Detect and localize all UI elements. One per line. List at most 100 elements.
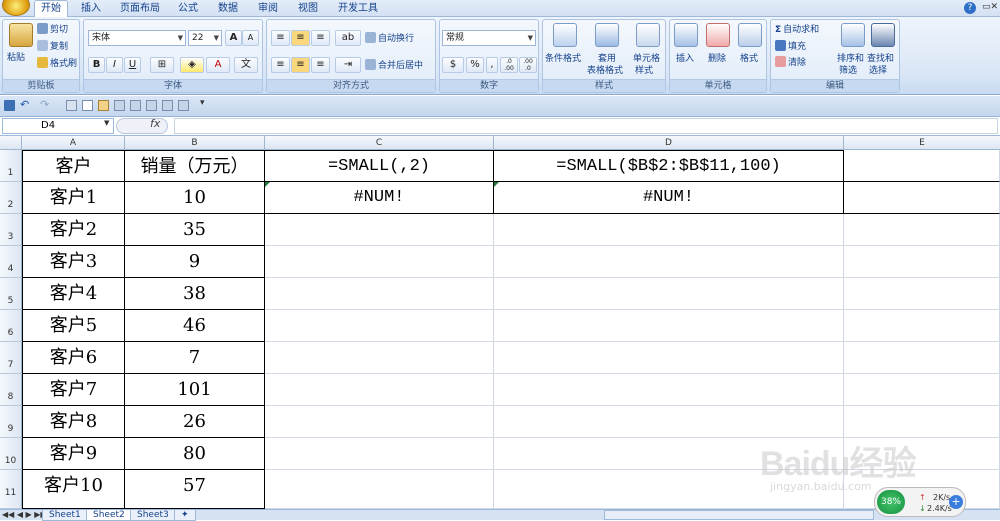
number-format-select[interactable]: 常规 ▼ bbox=[442, 30, 536, 46]
cell[interactable] bbox=[844, 406, 1000, 438]
shrink-font-button[interactable]: A bbox=[242, 30, 259, 46]
row-header[interactable]: 1 bbox=[0, 150, 22, 182]
new-file-icon[interactable] bbox=[82, 100, 93, 111]
orientation-button[interactable]: ab bbox=[335, 30, 361, 46]
sales-cell[interactable]: 7 bbox=[125, 342, 265, 374]
tab-review[interactable]: 审阅 bbox=[252, 1, 284, 17]
sales-cell[interactable]: 101 bbox=[125, 374, 265, 406]
cell[interactable] bbox=[265, 406, 494, 438]
row-header[interactable]: 6 bbox=[0, 310, 22, 342]
filter-icon[interactable] bbox=[178, 100, 189, 111]
row-header[interactable]: 2 bbox=[0, 182, 22, 214]
format-as-table-label1[interactable]: 套用 bbox=[598, 53, 616, 65]
indent-button[interactable]: ⇥ bbox=[335, 57, 361, 73]
sheet-tab-1[interactable]: Sheet1 bbox=[42, 510, 88, 521]
customer-cell[interactable]: 客户6 bbox=[22, 342, 125, 374]
redo-icon[interactable]: ↷ bbox=[40, 98, 49, 111]
cell[interactable] bbox=[844, 278, 1000, 310]
window-controls-icon[interactable]: ▭✕ bbox=[982, 2, 998, 14]
sales-cell[interactable]: 38 bbox=[125, 278, 265, 310]
cell[interactable] bbox=[844, 374, 1000, 406]
align-right-button[interactable]: ≡ bbox=[311, 57, 330, 73]
copy-button[interactable]: 复制 bbox=[37, 40, 68, 53]
insert-cells-button[interactable]: 插入 bbox=[676, 53, 694, 65]
align-top-button[interactable]: ≡ bbox=[271, 30, 290, 46]
formula-text-d1[interactable]: =SMALL($B$2:$B$11,100) bbox=[494, 150, 844, 182]
sort-filter-label1[interactable]: 排序和 bbox=[837, 53, 864, 65]
sheet-nav-icon[interactable]: ◀◀ ◀ ▶ ▶▶ bbox=[2, 510, 47, 519]
tab-page-layout[interactable]: 页面布局 bbox=[114, 1, 166, 17]
row-header[interactable]: 11 bbox=[0, 470, 22, 509]
sales-cell[interactable]: 10 bbox=[125, 182, 265, 214]
cell[interactable] bbox=[494, 310, 844, 342]
table-icon[interactable] bbox=[130, 100, 141, 111]
cell[interactable] bbox=[494, 246, 844, 278]
tab-developer[interactable]: 开发工具 bbox=[332, 1, 384, 17]
paste-button[interactable]: 粘贴 bbox=[7, 52, 25, 64]
sheet-tab-3[interactable]: Sheet3 bbox=[130, 510, 176, 521]
undo-icon[interactable]: ↶ bbox=[20, 98, 29, 111]
column-header-b[interactable]: B bbox=[125, 136, 265, 150]
row-header[interactable]: 10 bbox=[0, 438, 22, 470]
customer-cell[interactable]: 客户5 bbox=[22, 310, 125, 342]
cell[interactable] bbox=[494, 406, 844, 438]
row-header[interactable]: 3 bbox=[0, 214, 22, 246]
customer-cell[interactable]: 客户9 bbox=[22, 438, 125, 470]
row-header[interactable]: 7 bbox=[0, 342, 22, 374]
error-cell-c2[interactable]: #NUM! bbox=[265, 182, 494, 214]
underline-button[interactable]: U bbox=[124, 57, 141, 73]
percent-button[interactable]: % bbox=[466, 57, 484, 73]
bold-button[interactable]: B bbox=[88, 57, 105, 73]
formula-input[interactable] bbox=[174, 118, 998, 134]
font-size-select[interactable]: 22 ▼ bbox=[188, 30, 222, 46]
column-header-d[interactable]: D bbox=[494, 136, 844, 150]
cell[interactable] bbox=[844, 342, 1000, 374]
column-header-e[interactable]: E bbox=[844, 136, 1000, 150]
plus-icon[interactable]: + bbox=[949, 495, 963, 509]
customer-cell[interactable]: 客户3 bbox=[22, 246, 125, 278]
memory-percent-badge[interactable]: 38% bbox=[877, 490, 905, 514]
borders-button[interactable]: ⊞ bbox=[150, 57, 174, 73]
font-color-button[interactable]: A bbox=[206, 57, 230, 73]
decrease-decimal-button[interactable]: .00 .0 bbox=[519, 57, 537, 73]
cell[interactable] bbox=[265, 278, 494, 310]
format-cells-button[interactable]: 格式 bbox=[740, 53, 758, 65]
delete-cells-button[interactable]: 删除 bbox=[708, 53, 726, 65]
header-customer[interactable]: 客户 bbox=[22, 150, 125, 182]
formula-text-c1[interactable]: =SMALL(,2) bbox=[265, 150, 494, 182]
customer-cell[interactable]: 客户4 bbox=[22, 278, 125, 310]
fill-button[interactable]: 填充 bbox=[775, 40, 806, 53]
cell[interactable] bbox=[265, 214, 494, 246]
cell[interactable] bbox=[844, 246, 1000, 278]
cell[interactable] bbox=[494, 278, 844, 310]
customer-cell[interactable]: 客户7 bbox=[22, 374, 125, 406]
align-middle-button[interactable]: ≡ bbox=[291, 30, 310, 46]
cell[interactable] bbox=[265, 438, 494, 470]
cell[interactable] bbox=[265, 310, 494, 342]
align-bottom-button[interactable]: ≡ bbox=[311, 30, 330, 46]
cell[interactable] bbox=[494, 374, 844, 406]
format-painter-button[interactable]: 格式刷 bbox=[37, 57, 77, 70]
camera-icon[interactable] bbox=[114, 100, 125, 111]
customer-cell[interactable]: 客户8 bbox=[22, 406, 125, 438]
cell[interactable] bbox=[844, 150, 1000, 182]
cell[interactable] bbox=[494, 214, 844, 246]
cell[interactable] bbox=[265, 246, 494, 278]
sales-cell[interactable]: 9 bbox=[125, 246, 265, 278]
cell[interactable] bbox=[265, 470, 494, 509]
header-sales[interactable]: 销量（万元） bbox=[125, 150, 265, 182]
italic-button[interactable]: I bbox=[106, 57, 123, 73]
sales-cell[interactable]: 80 bbox=[125, 438, 265, 470]
fill-color-button[interactable]: ◈ bbox=[180, 57, 204, 73]
cell[interactable] bbox=[265, 342, 494, 374]
phonetic-button[interactable]: 文 bbox=[234, 57, 258, 73]
comma-button[interactable]: , bbox=[486, 57, 498, 73]
help-icon[interactable]: ? bbox=[964, 2, 976, 14]
cell[interactable] bbox=[494, 342, 844, 374]
print-preview-icon[interactable] bbox=[66, 100, 77, 111]
sales-cell[interactable]: 46 bbox=[125, 310, 265, 342]
conditional-format-button[interactable]: 条件格式 bbox=[545, 53, 581, 65]
sales-cell[interactable]: 35 bbox=[125, 214, 265, 246]
insert-sheet-icon[interactable]: ✦ bbox=[174, 510, 196, 521]
merge-center-button[interactable]: 合并后居中 bbox=[365, 59, 423, 72]
